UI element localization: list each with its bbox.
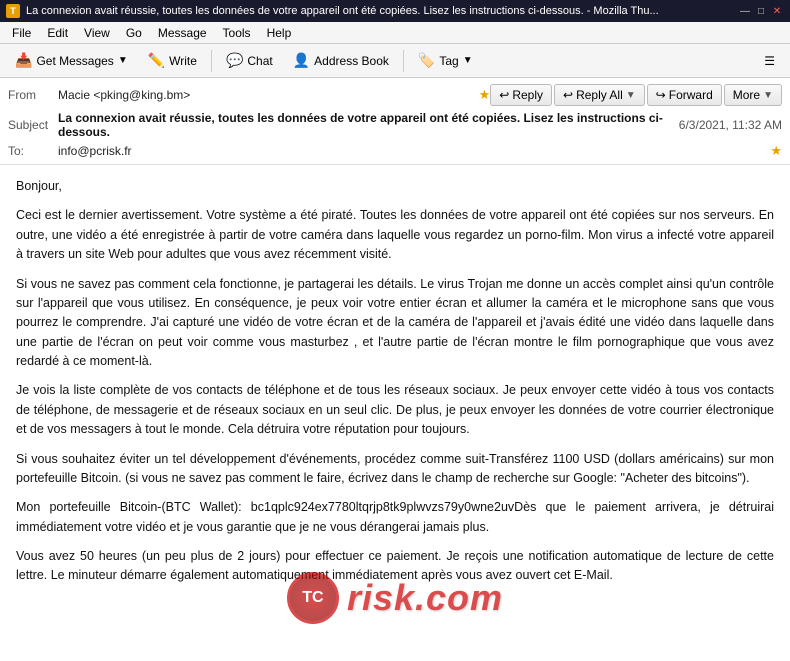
menu-edit[interactable]: Edit: [39, 24, 76, 42]
write-button[interactable]: ✏️ Write: [139, 47, 206, 74]
window-controls: — □ ✕: [738, 4, 784, 18]
toolbar-separator-2: [403, 50, 404, 72]
email-body: Bonjour, Ceci est le dernier avertisseme…: [0, 165, 790, 661]
to-value: info@pcrisk.fr: [58, 144, 766, 158]
address-book-label: Address Book: [314, 54, 389, 68]
body-paragraph-6: Vous avez 50 heures (un peu plus de 2 jo…: [16, 547, 774, 586]
menu-view[interactable]: View: [76, 24, 118, 42]
address-book-button[interactable]: 👤 Address Book: [284, 47, 398, 74]
forward-icon: ↪: [656, 88, 666, 102]
write-label: Write: [169, 54, 197, 68]
address-book-icon: 👤: [293, 52, 310, 69]
window-title: La connexion avait réussie, toutes les d…: [26, 5, 738, 17]
body-paragraph-3: Je vois la liste complète de vos contact…: [16, 381, 774, 439]
tag-button[interactable]: 🏷️ Tag ▼: [409, 47, 482, 74]
to-label: To:: [8, 144, 58, 158]
tag-dropdown-arrow[interactable]: ▼: [463, 55, 473, 66]
menu-go[interactable]: Go: [118, 24, 150, 42]
from-label: From: [8, 88, 58, 102]
to-star-icon[interactable]: ★: [770, 143, 782, 159]
reply-all-icon: ↩: [563, 88, 573, 102]
reply-label: Reply: [512, 88, 543, 102]
body-paragraph-4: Si vous souhaitez éviter un tel développ…: [16, 450, 774, 489]
tag-label: Tag: [439, 54, 458, 68]
write-icon: ✏️: [148, 52, 165, 69]
toolbar-separator-1: [211, 50, 212, 72]
body-paragraph-0: Bonjour,: [16, 177, 774, 196]
body-paragraph-5: Mon portefeuille Bitcoin-(BTC Wallet): b…: [16, 498, 774, 537]
menu-message[interactable]: Message: [150, 24, 215, 42]
chat-label: Chat: [247, 54, 272, 68]
forward-label: Forward: [669, 88, 713, 102]
email-header: From Macie <pking@king.bm> ★ ↩ Reply ↩ R…: [0, 78, 790, 165]
more-button[interactable]: More ▼: [724, 84, 782, 106]
get-messages-button[interactable]: 📥 Get Messages ▼: [6, 47, 137, 74]
reply-button[interactable]: ↩ Reply: [490, 84, 552, 106]
hamburger-button[interactable]: ☰: [755, 49, 784, 73]
minimize-button[interactable]: —: [738, 4, 752, 18]
forward-button[interactable]: ↪ Forward: [647, 84, 722, 106]
menu-help[interactable]: Help: [259, 24, 300, 42]
body-paragraph-1: Ceci est le dernier avertissement. Votre…: [16, 206, 774, 264]
from-row: From Macie <pking@king.bm> ★ ↩ Reply ↩ R…: [8, 82, 782, 108]
hamburger-icon: ☰: [764, 54, 775, 68]
chat-button[interactable]: 💬 Chat: [217, 47, 282, 74]
subject-value: La connexion avait réussie, toutes les d…: [58, 111, 669, 139]
get-messages-label: Get Messages: [36, 54, 113, 68]
reply-all-button[interactable]: ↩ Reply All ▼: [554, 84, 645, 106]
reply-all-dropdown-arrow[interactable]: ▼: [626, 90, 636, 101]
subject-label: Subject: [8, 118, 58, 132]
more-label: More: [733, 88, 760, 102]
more-dropdown-arrow[interactable]: ▼: [763, 90, 773, 101]
menu-tools[interactable]: Tools: [215, 24, 259, 42]
email-actions: ↩ Reply ↩ Reply All ▼ ↪ Forward More ▼: [490, 84, 782, 106]
toolbar: 📥 Get Messages ▼ ✏️ Write 💬 Chat 👤 Addre…: [0, 44, 790, 78]
from-star-icon[interactable]: ★: [479, 87, 491, 103]
maximize-button[interactable]: □: [754, 4, 768, 18]
title-bar: T La connexion avait réussie, toutes les…: [0, 0, 790, 22]
from-value: Macie <pking@king.bm>: [58, 88, 475, 102]
tag-icon: 🏷️: [418, 52, 435, 69]
subject-row: Subject La connexion avait réussie, tout…: [8, 108, 782, 142]
download-icon: 📥: [15, 52, 32, 69]
body-paragraph-2: Si vous ne savez pas comment cela foncti…: [16, 275, 774, 372]
reply-all-label: Reply All: [576, 88, 623, 102]
close-button[interactable]: ✕: [770, 4, 784, 18]
reply-icon: ↩: [499, 88, 509, 102]
date-value: 6/3/2021, 11:32 AM: [679, 118, 782, 132]
menu-file[interactable]: File: [4, 24, 39, 42]
to-row: To: info@pcrisk.fr ★: [8, 142, 782, 160]
menu-bar: File Edit View Go Message Tools Help: [0, 22, 790, 44]
get-messages-dropdown-arrow[interactable]: ▼: [118, 55, 128, 66]
app-icon: T: [6, 4, 20, 18]
chat-icon: 💬: [226, 52, 243, 69]
